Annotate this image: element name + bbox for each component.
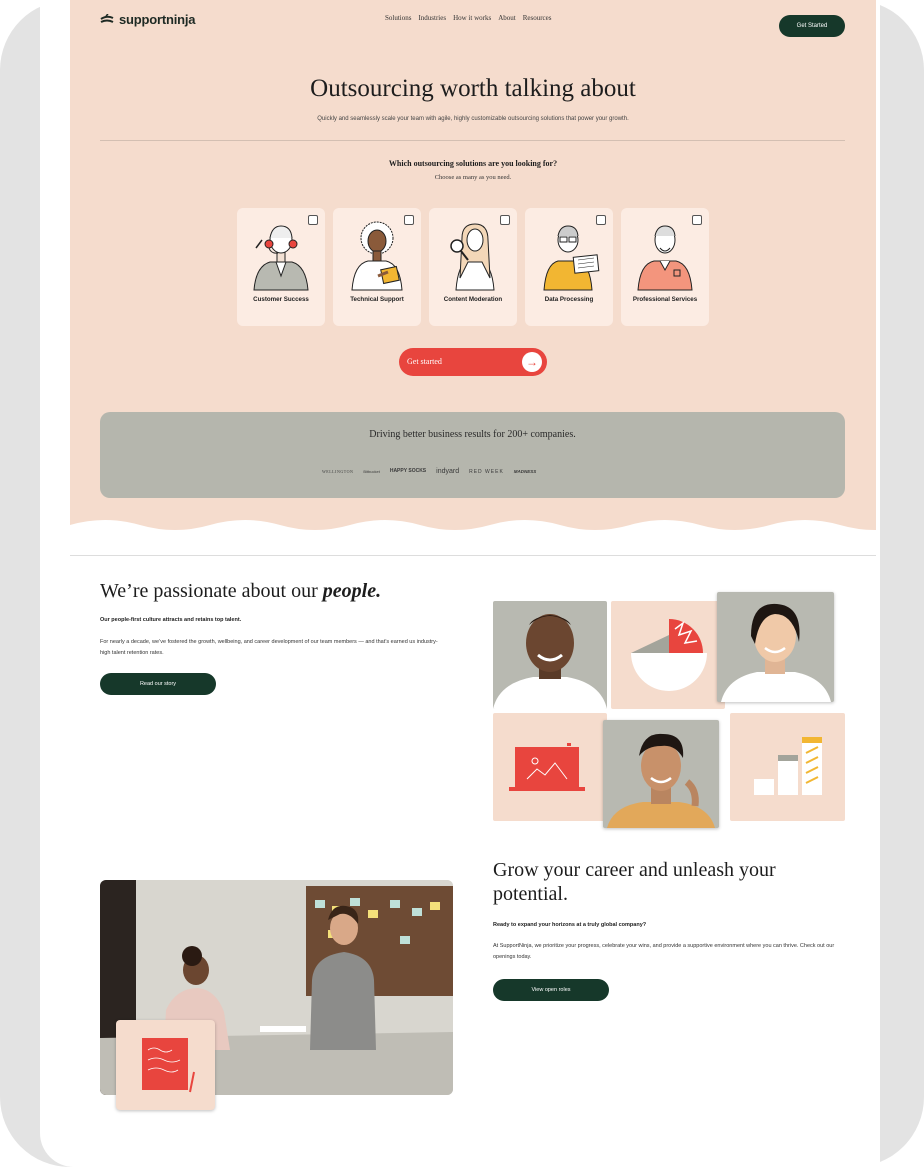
content-moderation-illustration-icon [450, 223, 495, 291]
client-logo: RED WEEK [469, 468, 504, 475]
people-body: For nearly a decade, we’ve fostered the … [100, 639, 438, 656]
ninja-logo-icon [100, 13, 114, 23]
option-content-moderation[interactable]: Content Moderation [429, 208, 517, 326]
team-member-photo [603, 720, 719, 828]
option-label: Professional Services [632, 296, 698, 303]
option-customer-success[interactable]: Customer Success [237, 208, 325, 326]
professional-services-illustration-icon [637, 225, 693, 291]
client-logo: Bitbucket [363, 469, 380, 474]
career-lead: Ready to expand your horizons at a truly… [493, 922, 647, 928]
solution-options: Customer Success Technical Support Conte… [237, 208, 709, 326]
brand-wordmark: supportninja [119, 12, 196, 27]
client-logos-panel: Driving better business results for 200+… [100, 412, 845, 498]
team-member-photo [717, 592, 834, 702]
get-started-button[interactable]: Get started → [399, 348, 547, 376]
section-divider [70, 555, 876, 556]
image-placeholder-graphic [493, 713, 607, 821]
nav-link-how-it-works[interactable]: How it works [453, 14, 491, 22]
brand-logo[interactable]: supportninja [100, 12, 196, 27]
client-logo: MADNESS [513, 469, 537, 474]
career-title: Grow your career and unleash your potent… [493, 859, 776, 905]
device-frame: supportninja Solutions Industries How it… [0, 0, 924, 1167]
customer-success-illustration-icon [253, 225, 309, 291]
pie-chart-graphic [611, 601, 725, 709]
team-member-photo [493, 601, 607, 709]
get-started-label: Get started [407, 357, 442, 366]
option-data-processing[interactable]: Data Processing [525, 208, 613, 326]
browser-viewport: supportninja Solutions Industries How it… [40, 0, 880, 1167]
nav-link-solutions[interactable]: Solutions [385, 14, 411, 22]
wave-divider [70, 520, 876, 531]
nav-link-resources[interactable]: Resources [523, 14, 552, 22]
view-open-roles-button[interactable]: View open roles [493, 979, 609, 1001]
solutions-question: Which outsourcing solutions are you look… [388, 159, 558, 168]
client-logos-title: Driving better business results for 200+… [369, 429, 576, 440]
bar-graphic [730, 713, 845, 821]
people-lead: Our people-first culture attracts and re… [100, 617, 242, 623]
option-technical-support[interactable]: Technical Support [333, 208, 421, 326]
client-logo: HAPPY SOCKS [389, 468, 427, 474]
client-logo: indyard [436, 468, 460, 475]
technical-support-illustration-icon [351, 221, 403, 291]
career-body: At SupportNinja, we prioritize your prog… [493, 943, 835, 960]
option-label: Customer Success [253, 296, 309, 303]
arrow-right-icon: → [522, 352, 542, 372]
note-card-graphic [116, 1020, 215, 1110]
option-label: Technical Support [350, 296, 404, 303]
get-started-nav-button[interactable]: Get Started [779, 15, 845, 37]
main-nav: Solutions Industries How it works About … [385, 14, 551, 22]
read-our-story-button[interactable]: Read our story [100, 673, 216, 695]
data-processing-illustration-icon [543, 225, 600, 291]
client-logo: WELLINGTON [322, 469, 354, 474]
hero-section: supportninja Solutions Industries How it… [70, 0, 876, 531]
client-logos-row: WELLINGTON Bitbucket HAPPY SOCKS indyard… [322, 468, 536, 475]
hero-subtitle: Quickly and seamlessly scale your team w… [317, 116, 629, 122]
hero-title: Outsourcing worth talking about [310, 75, 636, 102]
option-label: Content Moderation [443, 296, 503, 303]
people-title: We’re passionate about our people. [100, 580, 381, 603]
people-title-emphasis: people. [322, 580, 382, 602]
solutions-question-hint: Choose as many as you need. [434, 174, 512, 181]
hero-divider [100, 140, 845, 141]
option-label: Data Processing [544, 296, 594, 303]
nav-link-industries[interactable]: Industries [418, 14, 446, 22]
people-title-text: We’re passionate about our [100, 580, 323, 602]
nav-link-about[interactable]: About [498, 14, 516, 22]
option-professional-services[interactable]: Professional Services [621, 208, 709, 326]
